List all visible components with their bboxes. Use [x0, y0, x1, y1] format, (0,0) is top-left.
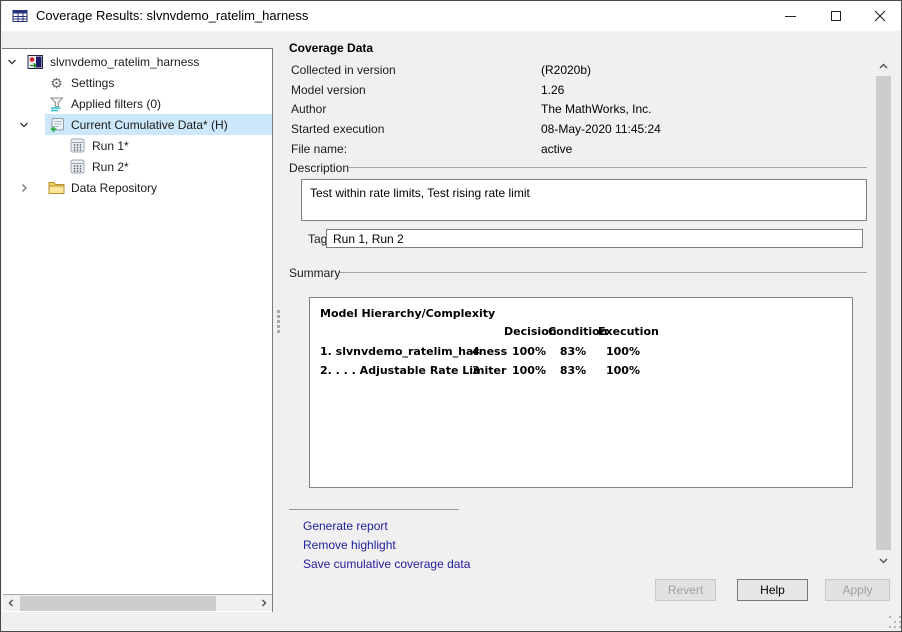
revert-button[interactable]: Revert: [655, 579, 716, 601]
field-author: Author The MathWorks, Inc.: [291, 102, 869, 121]
tree-item-data-repository[interactable]: Data Repository: [2, 177, 272, 198]
column-header-execution: Execution: [598, 325, 648, 338]
chevron-right-icon[interactable]: [18, 182, 30, 194]
maximize-icon: [831, 11, 841, 21]
window-title: Coverage Results: slvnvdemo_ratelim_harn…: [36, 1, 308, 31]
apply-button[interactable]: Apply: [825, 579, 890, 601]
scroll-up-icon[interactable]: [875, 58, 892, 75]
row-condition: 83%: [548, 345, 598, 358]
tree-item-run-1[interactable]: Run 1*: [2, 135, 272, 156]
tree-item-label: slvnvdemo_ratelim_harness: [50, 55, 199, 69]
cumulative-data-icon: [48, 117, 65, 133]
help-button[interactable]: Help: [737, 579, 808, 601]
app-icon: [12, 8, 28, 24]
panel-splitter-handle[interactable]: [277, 310, 280, 313]
coverage-results-window: Coverage Results: slvnvdemo_ratelim_harn…: [0, 0, 902, 632]
tree-item-current-cumulative-data[interactable]: Current Cumulative Data* (H): [2, 114, 272, 135]
minimize-button[interactable]: [768, 1, 813, 31]
row-decision: 100%: [504, 364, 554, 377]
field-value: 1.26: [541, 83, 564, 97]
description-textarea[interactable]: Test within rate limits, Test rising rat…: [301, 179, 867, 221]
horizontal-scrollbar[interactable]: [3, 594, 272, 611]
column-header-decision: Decision: [504, 325, 554, 338]
tree-item-applied-filters[interactable]: Applied filters (0): [2, 93, 272, 114]
column-header-condition: Condition: [548, 325, 598, 338]
tree-item-label: Data Repository: [71, 181, 157, 195]
table-row[interactable]: 2. . . . Adjustable Rate Limiter 3 100% …: [310, 364, 852, 380]
row-decision: 100%: [504, 345, 554, 358]
summary-table-title: Model Hierarchy/Complexity: [320, 307, 495, 320]
row-execution: 100%: [598, 364, 648, 377]
field-file-name: File name: active: [291, 142, 869, 161]
filter-icon: [48, 96, 65, 112]
field-label: Collected in version: [291, 63, 396, 77]
run-icon: [69, 138, 86, 154]
tree-item-run-2[interactable]: Run 2*: [2, 156, 272, 177]
tree-item-label: Applied filters (0): [71, 97, 161, 111]
field-label: Author: [291, 102, 326, 116]
tree-item-label: Current Cumulative Data* (H): [71, 118, 228, 132]
tree-item-label: Settings: [71, 76, 114, 90]
maximize-button[interactable]: [813, 1, 858, 31]
row-complexity: 4: [456, 345, 496, 358]
field-label: Model version: [291, 83, 366, 97]
close-icon: [874, 10, 886, 22]
vertical-scrollbar[interactable]: [875, 58, 892, 569]
row-execution: 100%: [598, 345, 648, 358]
description-divider: [348, 167, 867, 168]
window-resize-handle[interactable]: [889, 616, 891, 618]
field-value: The MathWorks, Inc.: [541, 102, 651, 116]
tree-item-settings[interactable]: ⚙ Settings: [2, 72, 272, 93]
results-tree-panel: slvnvdemo_ratelim_harness ⚙ Settings: [2, 48, 273, 612]
chevron-down-icon[interactable]: [6, 56, 18, 68]
coverage-data-heading: Coverage Data: [289, 41, 373, 55]
field-model-version: Model version 1.26: [291, 83, 869, 102]
titlebar[interactable]: Coverage Results: slvnvdemo_ratelim_harn…: [2, 1, 901, 31]
summary-divider: [340, 272, 867, 273]
summary-table: Model Hierarchy/Complexity Decision Cond…: [309, 297, 853, 488]
close-button[interactable]: [857, 1, 902, 31]
links-divider: [289, 509, 459, 510]
field-label: Started execution: [291, 122, 384, 136]
save-cumulative-coverage-data-link[interactable]: Save cumulative coverage data: [303, 557, 470, 571]
run-icon: [69, 159, 86, 175]
scroll-right-icon[interactable]: [256, 595, 272, 611]
row-complexity: 3: [456, 364, 496, 377]
field-value: 08-May-2020 11:45:24: [541, 122, 661, 136]
remove-highlight-link[interactable]: Remove highlight: [303, 538, 396, 552]
tree-item-label: Run 1*: [92, 139, 129, 153]
field-value: active: [541, 142, 572, 156]
folder-icon: [48, 180, 65, 196]
tree-item-label: Run 2*: [92, 160, 129, 174]
scroll-left-icon[interactable]: [3, 595, 19, 611]
horizontal-scrollbar-thumb[interactable]: [20, 596, 216, 611]
tree-item-model[interactable]: slvnvdemo_ratelim_harness: [2, 51, 272, 72]
field-started-execution: Started execution 08-May-2020 11:45:24: [291, 122, 869, 141]
description-label: Description: [289, 161, 349, 175]
tag-input[interactable]: [326, 229, 863, 248]
generate-report-link[interactable]: Generate report: [303, 519, 388, 533]
summary-header-row: Decision Condition Execution: [310, 325, 852, 341]
field-value: (R2020b): [541, 63, 591, 77]
field-label: File name:: [291, 142, 347, 156]
vertical-scrollbar-thumb[interactable]: [876, 76, 891, 550]
summary-label: Summary: [289, 266, 340, 280]
scroll-down-icon[interactable]: [875, 552, 892, 569]
field-collected-in-version: Collected in version (R2020b): [291, 63, 869, 82]
row-condition: 83%: [548, 364, 598, 377]
model-icon: [27, 54, 44, 70]
minimize-icon: [785, 16, 796, 17]
chevron-down-icon[interactable]: [18, 119, 30, 131]
table-row[interactable]: 1. slvnvdemo_ratelim_harness 4 100% 83% …: [310, 345, 852, 361]
gear-icon: ⚙: [48, 75, 65, 91]
